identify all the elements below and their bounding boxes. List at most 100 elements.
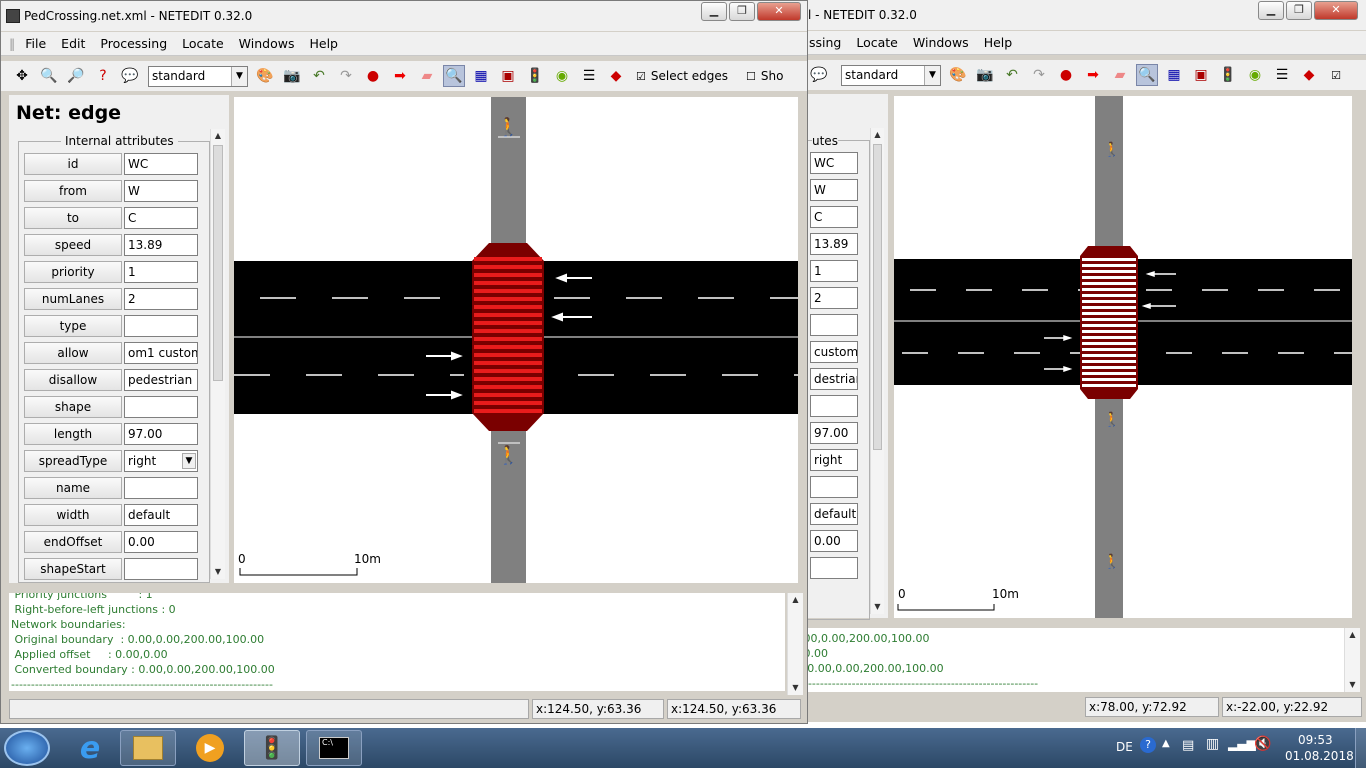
help-tray-icon[interactable]: ? [1140, 737, 1156, 753]
camera-icon[interactable]: 📷 [974, 64, 996, 86]
create-edge-icon[interactable]: ● [362, 65, 384, 87]
attr-field-to[interactable]: C [124, 207, 198, 229]
attr-button-allow[interactable]: allow [24, 342, 122, 364]
additional-icon[interactable]: ◉ [1244, 64, 1266, 86]
menu-windows[interactable]: Windows [913, 35, 969, 50]
right-attr-field[interactable]: W [810, 179, 858, 201]
internet-explorer-icon[interactable]: e [62, 730, 118, 766]
netedit-taskbar-icon[interactable]: 🚦 [244, 730, 300, 766]
move-arrow-icon[interactable]: ➡ [389, 65, 411, 87]
select-icon[interactable]: ▦ [470, 65, 492, 87]
attr-button-to[interactable]: to [24, 207, 122, 229]
undo-icon[interactable]: ↶ [308, 65, 330, 87]
network-canvas[interactable]: 🚶 🚶 0 10m [234, 97, 798, 583]
attr-field-name[interactable] [124, 477, 198, 499]
maximize-button[interactable]: ❐ [729, 2, 755, 21]
language-indicator[interactable]: DE [1116, 740, 1133, 754]
help-icon[interactable]: ? [92, 65, 114, 87]
attr-button-shapeStart[interactable]: shapeStart [24, 558, 122, 580]
attr-button-endOffset[interactable]: endOffset [24, 531, 122, 553]
right-attr-field[interactable]: 0.00 [810, 530, 858, 552]
scroll-up-icon[interactable]: ▲ [1345, 628, 1360, 642]
device-tray-icon[interactable]: ▤ [1182, 738, 1194, 753]
attr-field-shape[interactable] [124, 396, 198, 418]
show-desktop-button[interactable] [1355, 728, 1366, 768]
scroll-down-icon[interactable]: ▼ [871, 600, 884, 614]
scroll-thumb[interactable] [873, 144, 882, 450]
right-network-canvas[interactable]: 🚶 🚶 🚶 0 10m [894, 96, 1352, 618]
media-player-icon[interactable]: ▶ [182, 730, 238, 766]
attr-button-speed[interactable]: speed [24, 234, 122, 256]
scroll-down-icon[interactable]: ▼ [211, 565, 225, 579]
attr-button-id[interactable]: id [24, 153, 122, 175]
right-attr-field[interactable] [810, 395, 858, 417]
attr-field-numLanes[interactable]: 2 [124, 288, 198, 310]
select-edges-checkbox[interactable]: ☑ [636, 70, 646, 83]
right-attr-field[interactable]: WC [810, 152, 858, 174]
traffic-light-icon[interactable]: 🚦 [1217, 64, 1239, 86]
attr-field-from[interactable]: W [124, 180, 198, 202]
right-attr-field[interactable]: 97.00 [810, 422, 858, 444]
attr-button-disallow[interactable]: disallow [24, 369, 122, 391]
network-tray-icon[interactable]: ▥ [1206, 736, 1219, 752]
attr-field-shapeStart[interactable] [124, 558, 198, 580]
eraser-icon[interactable]: ▰ [1109, 64, 1131, 86]
lines-icon[interactable]: ☰ [578, 65, 600, 87]
attr-field-speed[interactable]: 13.89 [124, 234, 198, 256]
menu-processing[interactable]: Processing [100, 36, 167, 51]
panel-scrollbar[interactable]: ▲ ▼ [210, 129, 225, 579]
scroll-down-icon[interactable]: ▼ [788, 681, 803, 695]
scheme-select[interactable]: standard ▼ [148, 65, 248, 87]
right-attr-field[interactable] [810, 557, 858, 579]
attr-field-type[interactable] [124, 315, 198, 337]
create-edge-icon[interactable]: ● [1055, 64, 1077, 86]
right-attr-field[interactable]: 2 [810, 287, 858, 309]
right-attr-field[interactable]: C [810, 206, 858, 228]
inspect-icon[interactable]: 🔍 [443, 65, 465, 87]
attr-button-width[interactable]: width [24, 504, 122, 526]
menu-help[interactable]: Help [309, 36, 338, 51]
redo-icon[interactable]: ↷ [1028, 64, 1050, 86]
right-attr-field[interactable]: custom2 [810, 341, 858, 363]
right-attr-field[interactable]: default [810, 503, 858, 525]
minimize-button[interactable]: ▁ [701, 2, 727, 21]
attr-field-endOffset[interactable]: 0.00 [124, 531, 198, 553]
move-arrow-icon[interactable]: ➡ [1082, 64, 1104, 86]
scroll-up-icon[interactable]: ▲ [871, 128, 884, 142]
menu-locate[interactable]: Locate [856, 35, 898, 50]
recenter-icon[interactable]: ✥ [11, 65, 33, 87]
right-attr-field[interactable]: 1 [810, 260, 858, 282]
clock-time[interactable]: 09:53 [1298, 733, 1333, 747]
attr-field-id[interactable]: WC [124, 153, 198, 175]
camera-icon[interactable]: 📷 [281, 65, 303, 87]
menu-help[interactable]: Help [984, 35, 1013, 50]
chevron-down-icon[interactable]: ▼ [182, 453, 196, 469]
attr-button-priority[interactable]: priority [24, 261, 122, 283]
redo-icon[interactable]: ↷ [335, 65, 357, 87]
eraser-icon[interactable]: ▰ [416, 65, 438, 87]
inspect-icon[interactable]: 🔍 [1136, 64, 1158, 86]
color-wheel-icon[interactable]: 🎨 [947, 64, 969, 86]
menu-windows[interactable]: Windows [239, 36, 295, 51]
close-button[interactable]: ✕ [757, 2, 801, 21]
attr-field-allow[interactable]: om1 custom2 [124, 342, 198, 364]
attr-field-disallow[interactable]: pedestrian [124, 369, 198, 391]
show-checkbox[interactable]: ☐ [746, 70, 756, 83]
attr-button-name[interactable]: name [24, 477, 122, 499]
start-button[interactable] [4, 730, 50, 766]
scroll-up-icon[interactable]: ▲ [788, 593, 803, 607]
menu-file[interactable]: File [25, 36, 46, 51]
menu-locate[interactable]: Locate [182, 36, 224, 51]
attr-field-length[interactable]: 97.00 [124, 423, 198, 445]
right-attr-field[interactable]: right [810, 449, 858, 471]
attr-button-length[interactable]: length [24, 423, 122, 445]
attr-button-type[interactable]: type [24, 315, 122, 337]
right-attr-field[interactable] [810, 314, 858, 336]
speech-bubble-icon[interactable]: 💬 [808, 64, 830, 86]
additional-icon[interactable]: ◉ [551, 65, 573, 87]
checkbox-icon[interactable]: ☑ [1325, 64, 1347, 86]
attr-button-shape[interactable]: shape [24, 396, 122, 418]
log-scrollbar[interactable]: ▲ ▼ [787, 593, 803, 695]
connect-icon[interactable]: ▣ [497, 65, 519, 87]
maximize-button[interactable]: ❐ [1286, 1, 1312, 20]
